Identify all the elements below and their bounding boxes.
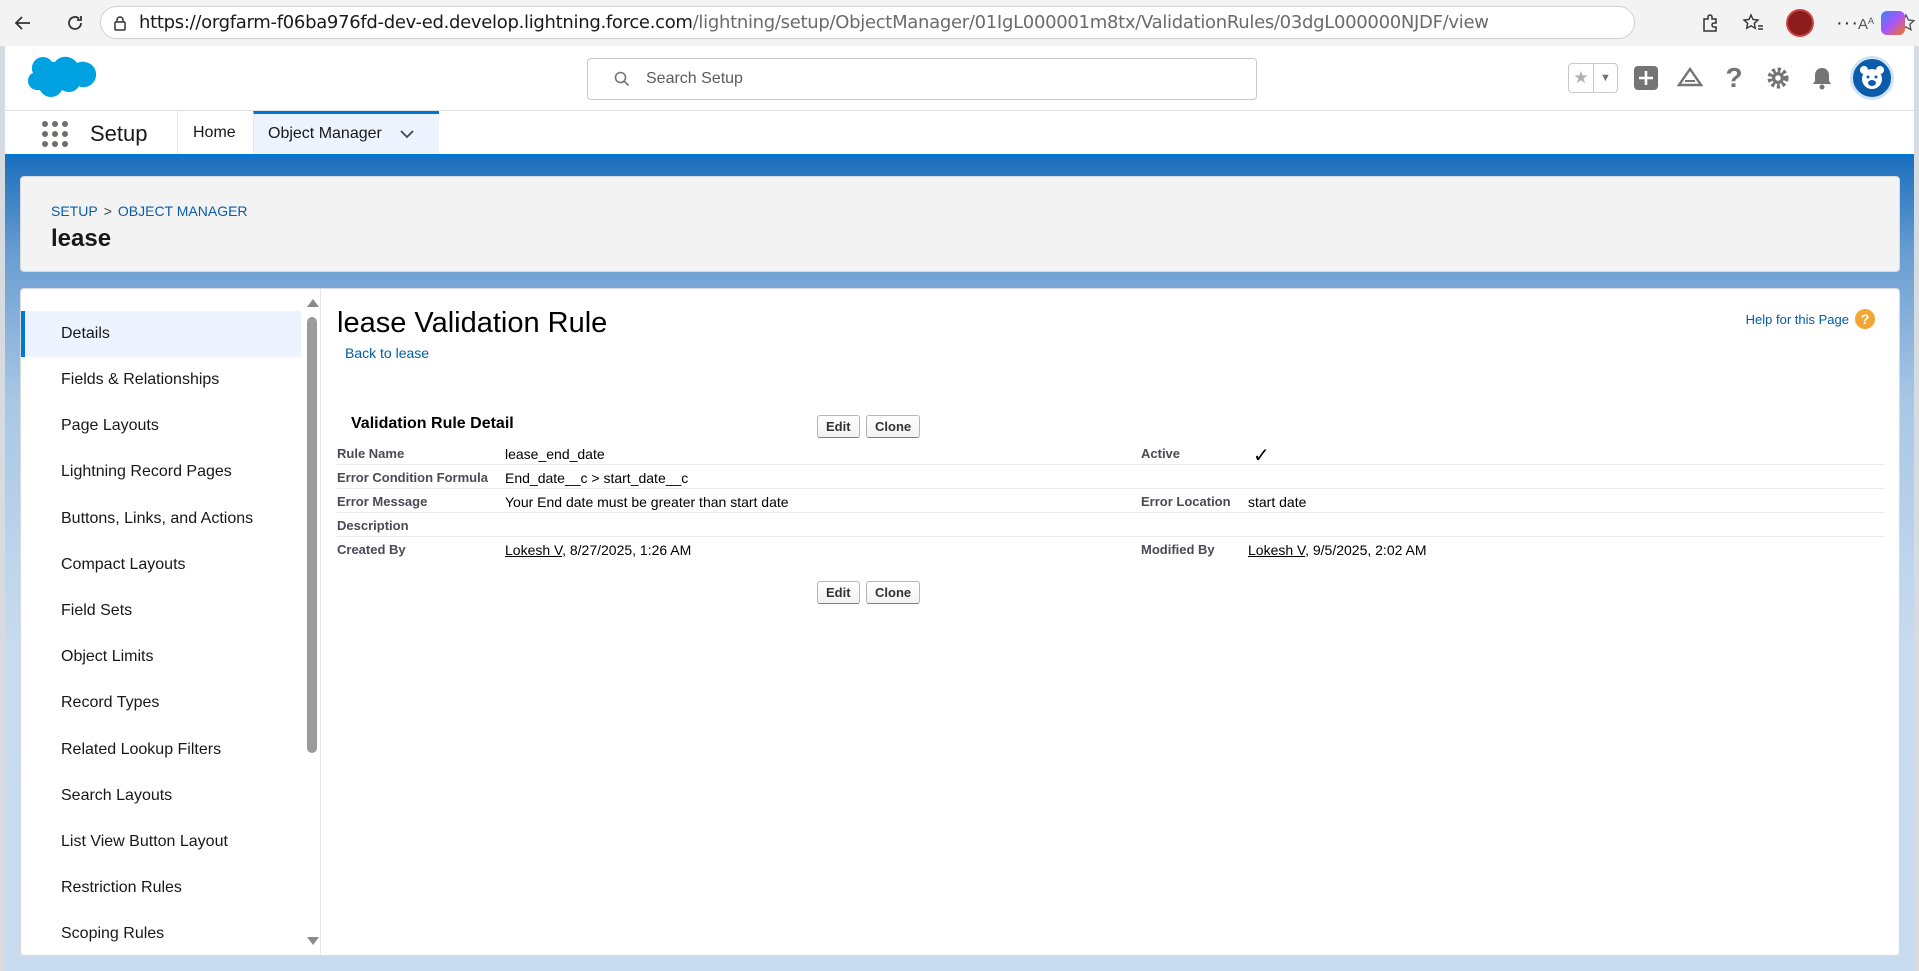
page-header: SETUP > OBJECT MANAGER lease [20, 176, 1900, 272]
breadcrumb-setup[interactable]: SETUP [51, 203, 98, 219]
chevron-down-icon[interactable] [400, 129, 414, 139]
error-location-label: Error Location [1141, 494, 1231, 509]
tab-home[interactable]: Home [193, 111, 236, 154]
app-navigation-bar: Setup Home Object Manager [5, 111, 1914, 157]
trailhead-icon[interactable] [1674, 62, 1706, 94]
gear-icon[interactable] [1762, 62, 1794, 94]
sidebar-item-record-types[interactable]: Record Types [21, 680, 301, 726]
main-panel: Details Fields & Relationships Page Layo… [20, 288, 1900, 956]
extensions-icon[interactable] [1700, 13, 1720, 33]
scrollbar-thumb[interactable] [307, 317, 317, 753]
rule-name-value: lease_end_date [505, 446, 605, 462]
breadcrumb-separator: > [103, 203, 112, 219]
page-title: lease [51, 225, 112, 252]
scroll-up-arrow-icon[interactable] [307, 299, 319, 307]
modified-by-label: Modified By [1141, 542, 1215, 557]
tab-object-manager[interactable]: Object Manager [253, 111, 439, 154]
star-icon: ★ [1573, 68, 1589, 87]
url-text: https://orgfarm-f06ba976fd-dev-ed.develo… [139, 12, 1489, 33]
error-message-label: Error Message [337, 494, 428, 509]
more-options-icon[interactable]: ··· [1836, 12, 1859, 35]
sidebar-item-scoping-rules[interactable]: Scoping Rules [21, 911, 301, 955]
favorites-button[interactable]: ★ ▼ [1568, 63, 1618, 93]
address-bar[interactable]: https://orgfarm-f06ba976fd-dev-ed.develo… [100, 6, 1916, 39]
table-row: Description [337, 513, 1885, 537]
formula-value: End_date__c > start_date__c [505, 470, 689, 486]
formula-label: Error Condition Formula [337, 470, 488, 485]
table-row: Rule Name lease_end_date Active ✓ [337, 441, 1885, 467]
section-title: Validation Rule Detail [351, 415, 514, 432]
sidebar: Details Fields & Relationships Page Layo… [21, 289, 321, 955]
created-by-date: , 8/27/2025, 1:26 AM [562, 542, 692, 558]
detail-content: lease Validation Rule Back to lease Help… [337, 289, 1897, 955]
notification-bell-icon[interactable] [1806, 62, 1838, 94]
help-question-icon: ? [1855, 309, 1875, 329]
profile-avatar-icon[interactable] [1786, 9, 1815, 37]
app-launcher-icon[interactable] [42, 121, 68, 147]
sidebar-item-related-lookup-filters[interactable]: Related Lookup Filters [21, 727, 301, 773]
modified-by-date: , 9/5/2025, 2:02 AM [1305, 542, 1427, 558]
sidebar-item-list-view-button-layout[interactable]: List View Button Layout [21, 819, 301, 865]
global-header: Search Setup ★ ▼ ? [5, 46, 1914, 111]
reload-icon[interactable] [60, 8, 90, 38]
table-row: Error Condition Formula End_date__c > st… [337, 465, 1885, 489]
sidebar-item-fields-relationships[interactable]: Fields & Relationships [21, 357, 301, 403]
detail-title: lease Validation Rule [337, 307, 608, 339]
copilot-icon[interactable] [1881, 11, 1905, 35]
help-link-label: Help for this Page [1745, 311, 1849, 327]
edit-button[interactable]: Edit [817, 415, 860, 438]
browser-toolbar: https://orgfarm-f06ba976fd-dev-ed.develo… [0, 0, 1919, 46]
error-location-value: start date [1248, 494, 1307, 510]
sidebar-scrollbar[interactable] [303, 289, 321, 955]
modified-by-user-link[interactable]: Lokesh V [1248, 542, 1305, 558]
created-by-label: Created By [337, 542, 406, 557]
help-icon[interactable]: ? [1718, 62, 1750, 94]
back-link[interactable]: Back to lease [345, 345, 429, 361]
search-icon [614, 71, 630, 87]
breadcrumb: SETUP > OBJECT MANAGER [51, 203, 248, 219]
created-by-value: Lokesh V, 8/27/2025, 1:26 AM [505, 542, 691, 558]
divider [177, 111, 178, 154]
caret-down-icon[interactable]: ▼ [1593, 64, 1617, 92]
breadcrumb-object-manager[interactable]: OBJECT MANAGER [118, 203, 248, 219]
modified-by-value: Lokesh V, 9/5/2025, 2:02 AM [1248, 542, 1427, 558]
rule-name-label: Rule Name [337, 446, 405, 461]
clone-button-bottom[interactable]: Clone [866, 581, 921, 604]
sidebar-item-object-limits[interactable]: Object Limits [21, 634, 301, 680]
sidebar-item-restriction-rules[interactable]: Restriction Rules [21, 865, 301, 911]
tab-object-manager-label: Object Manager [268, 125, 382, 142]
sidebar-item-buttons-links-actions[interactable]: Buttons, Links, and Actions [21, 496, 301, 542]
user-avatar[interactable] [1850, 56, 1894, 100]
error-message-value: Your End date must be greater than start… [505, 494, 789, 510]
clone-button[interactable]: Clone [866, 415, 921, 438]
lock-icon [114, 15, 126, 31]
sidebar-item-compact-layouts[interactable]: Compact Layouts [21, 542, 301, 588]
table-row: Error Message Your End date must be grea… [337, 489, 1885, 513]
help-link[interactable]: Help for this Page ? [1746, 309, 1875, 329]
active-label: Active [1141, 446, 1181, 461]
sidebar-item-lightning-record-pages[interactable]: Lightning Record Pages [21, 449, 301, 495]
favorites-icon[interactable] [1742, 13, 1764, 33]
created-by-user-link[interactable]: Lokesh V [505, 542, 562, 558]
sidebar-item-page-layouts[interactable]: Page Layouts [21, 403, 301, 449]
salesforce-logo-icon[interactable] [25, 54, 99, 104]
back-arrow-icon[interactable] [8, 8, 38, 38]
scroll-down-arrow-icon[interactable] [307, 937, 319, 945]
search-placeholder: Search Setup [646, 70, 743, 87]
app-name: Setup [90, 121, 148, 146]
sidebar-item-search-layouts[interactable]: Search Layouts [21, 773, 301, 819]
global-actions-icon[interactable] [1630, 62, 1662, 94]
table-row: Created By Lokesh V, 8/27/2025, 1:26 AM … [337, 537, 1885, 561]
description-label: Description [337, 518, 409, 533]
sidebar-item-details[interactable]: Details [21, 311, 301, 357]
search-input[interactable]: Search Setup [587, 58, 1257, 100]
sidebar-item-field-sets[interactable]: Field Sets [21, 588, 301, 634]
edit-button-bottom[interactable]: Edit [817, 581, 860, 604]
